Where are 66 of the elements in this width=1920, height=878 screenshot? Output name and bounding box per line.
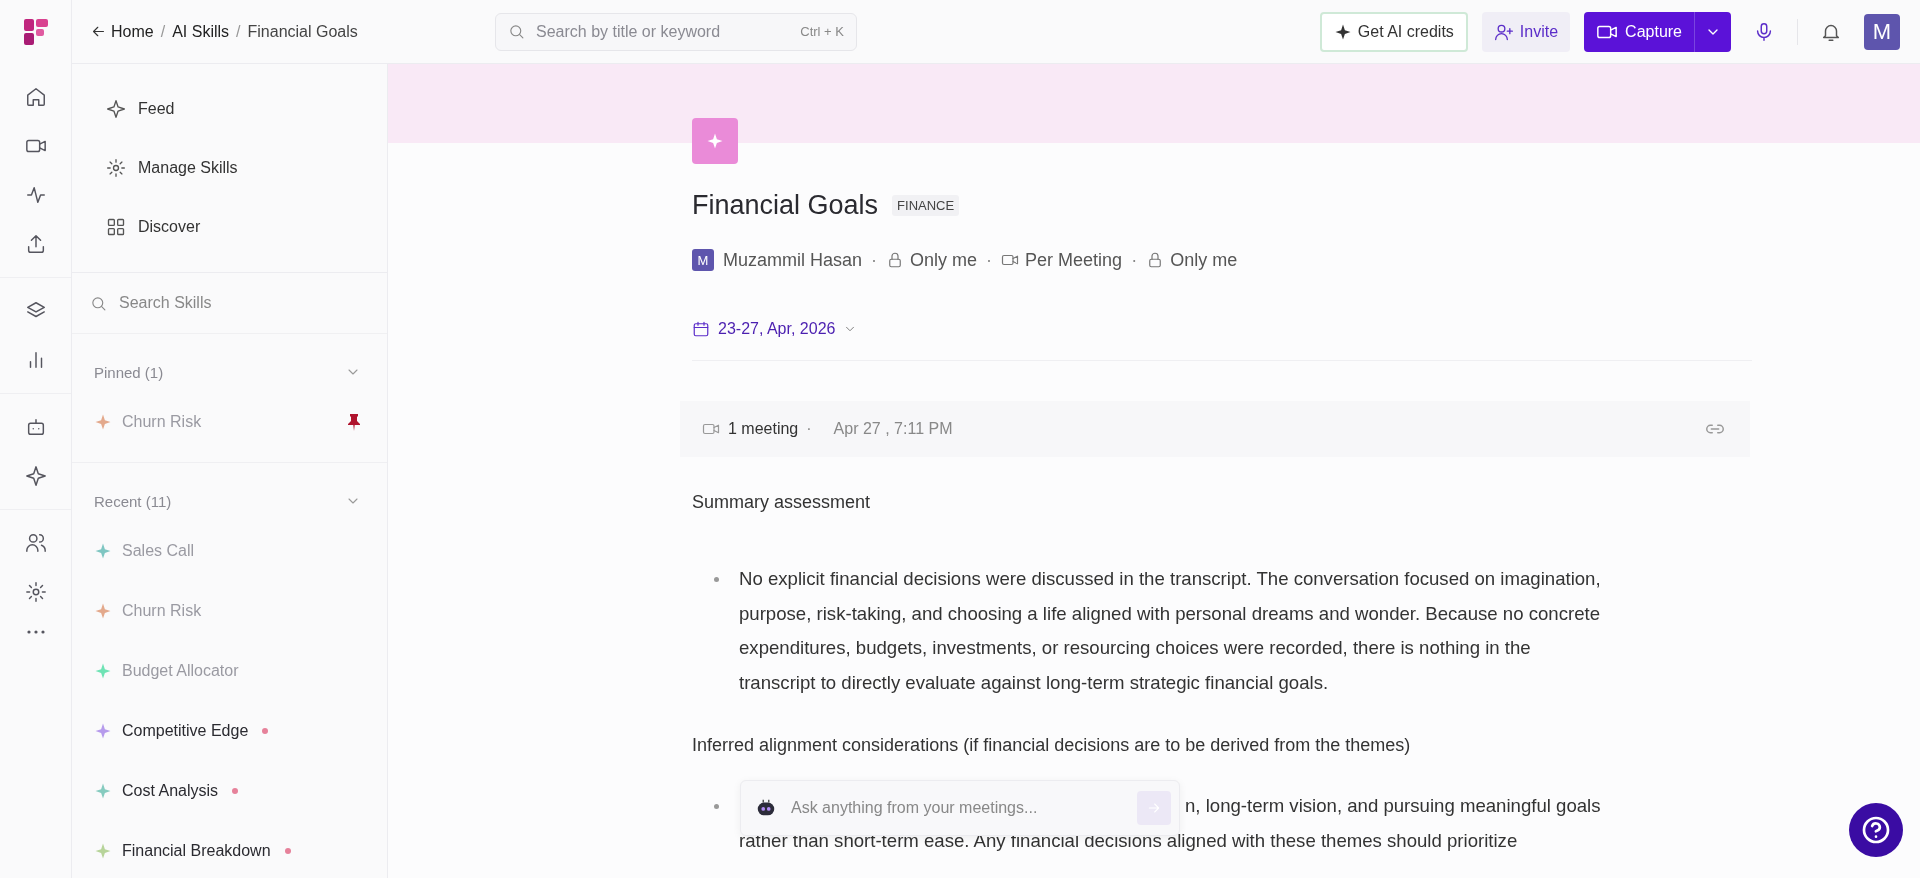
home-icon bbox=[24, 86, 47, 108]
grid-icon bbox=[106, 216, 126, 237]
section-title: Recent (11) bbox=[94, 492, 172, 510]
sparkle-icon bbox=[94, 413, 112, 431]
calendar-icon bbox=[692, 320, 710, 338]
date-range-button[interactable]: 23-27, Apr, 2026 bbox=[692, 320, 858, 338]
user-avatar[interactable]: M bbox=[1864, 13, 1900, 50]
nav-item[interactable]: Manage Skills bbox=[72, 138, 387, 197]
skill-item[interactable]: Competitive Edge bbox=[72, 701, 387, 761]
sparkle-icon bbox=[94, 542, 112, 560]
meta-separator: · bbox=[1131, 249, 1138, 271]
breadcrumb-separator: / bbox=[160, 22, 166, 41]
sparkle-icon bbox=[106, 98, 126, 119]
activity-icon bbox=[24, 184, 47, 206]
skills-search-field[interactable]: Search Skills bbox=[117, 293, 387, 313]
bullet-text: n, long-term vision, and pursuing meaningful goals bbox=[1185, 794, 1601, 818]
breadcrumb-link[interactable]: AI Skills bbox=[172, 22, 230, 41]
app-logo[interactable] bbox=[23, 19, 48, 45]
section-title: Pinned (1) bbox=[94, 363, 164, 381]
sparkle-icon bbox=[94, 602, 112, 620]
owner-avatar: M bbox=[692, 249, 714, 271]
category-tag: FINANCE bbox=[892, 195, 960, 216]
search-icon bbox=[508, 23, 525, 40]
activity-button[interactable] bbox=[24, 184, 47, 206]
sparkle-icon bbox=[94, 842, 112, 860]
sparkle-icon bbox=[94, 722, 112, 740]
meeting-count: 1 meeting bbox=[728, 420, 799, 438]
sparkle-icon bbox=[94, 662, 112, 680]
more-button[interactable] bbox=[26, 630, 45, 634]
meta-label: Only me bbox=[1170, 249, 1238, 271]
users-icon bbox=[24, 532, 47, 554]
sparkle-button[interactable] bbox=[24, 465, 47, 487]
nav-item[interactable]: Feed bbox=[72, 79, 387, 138]
section-heading: Inferred alignment considerations (if financial decisions are to be derived from the themes) bbox=[692, 735, 1412, 756]
bullet-text: No explicit financial decisions were discussed in the transcript. The conversation focused on imagination, purpose, risk-taking, and choosing a life aligned with personal dreams and wonder. Because no concrete expenditures, budgets, investments, or resourcing choices were recorded, there is nothing in the transcript to directly evaluate against long-term strategic financial goals. bbox=[739, 567, 1602, 695]
meeting-separator: · bbox=[806, 420, 812, 438]
chat-field[interactable]: Ask anything from your meetings... bbox=[789, 798, 1125, 818]
back-link[interactable]: Home bbox=[90, 22, 154, 41]
search-icon bbox=[90, 294, 107, 312]
sparkle-icon bbox=[24, 465, 47, 487]
skill-item[interactable]: Financial Breakdown bbox=[72, 821, 387, 878]
nav-item[interactable]: Discover bbox=[72, 197, 387, 256]
breadcrumb-current: Financial Goals bbox=[247, 22, 358, 41]
breadcrumb-separator: / bbox=[236, 22, 241, 41]
search-field[interactable]: Search by title or keyword bbox=[534, 21, 792, 42]
sparkle-icon bbox=[706, 132, 724, 150]
help-button[interactable] bbox=[1849, 803, 1903, 857]
capture-button[interactable]: Capture bbox=[1584, 11, 1731, 52]
meta-separator: · bbox=[871, 249, 878, 271]
invite-button[interactable]: Invite bbox=[1481, 11, 1571, 52]
meeting-time: Apr 27 , 7:11 PM bbox=[833, 420, 953, 438]
get-credits-button[interactable]: Get AI credits bbox=[1319, 11, 1468, 52]
section-heading: Summary assessment bbox=[692, 492, 872, 513]
meta-label: Per Meeting bbox=[1025, 249, 1123, 271]
meta-label: Only me bbox=[910, 249, 978, 271]
more-icon bbox=[26, 630, 45, 634]
sparkle-icon bbox=[94, 782, 112, 800]
home-button[interactable] bbox=[24, 86, 47, 108]
skills-search-bar[interactable]: Search Skills bbox=[72, 273, 387, 334]
page-title: Financial Goals bbox=[692, 190, 879, 221]
meta-separator: · bbox=[986, 249, 993, 271]
users-button[interactable] bbox=[24, 532, 47, 554]
skill-item[interactable]: Cost Analysis bbox=[72, 761, 387, 821]
keyboard-shortcut: Ctrl + K bbox=[800, 24, 844, 39]
help-icon bbox=[1860, 814, 1892, 846]
owner-name: Muzammil Hasan bbox=[723, 249, 863, 271]
